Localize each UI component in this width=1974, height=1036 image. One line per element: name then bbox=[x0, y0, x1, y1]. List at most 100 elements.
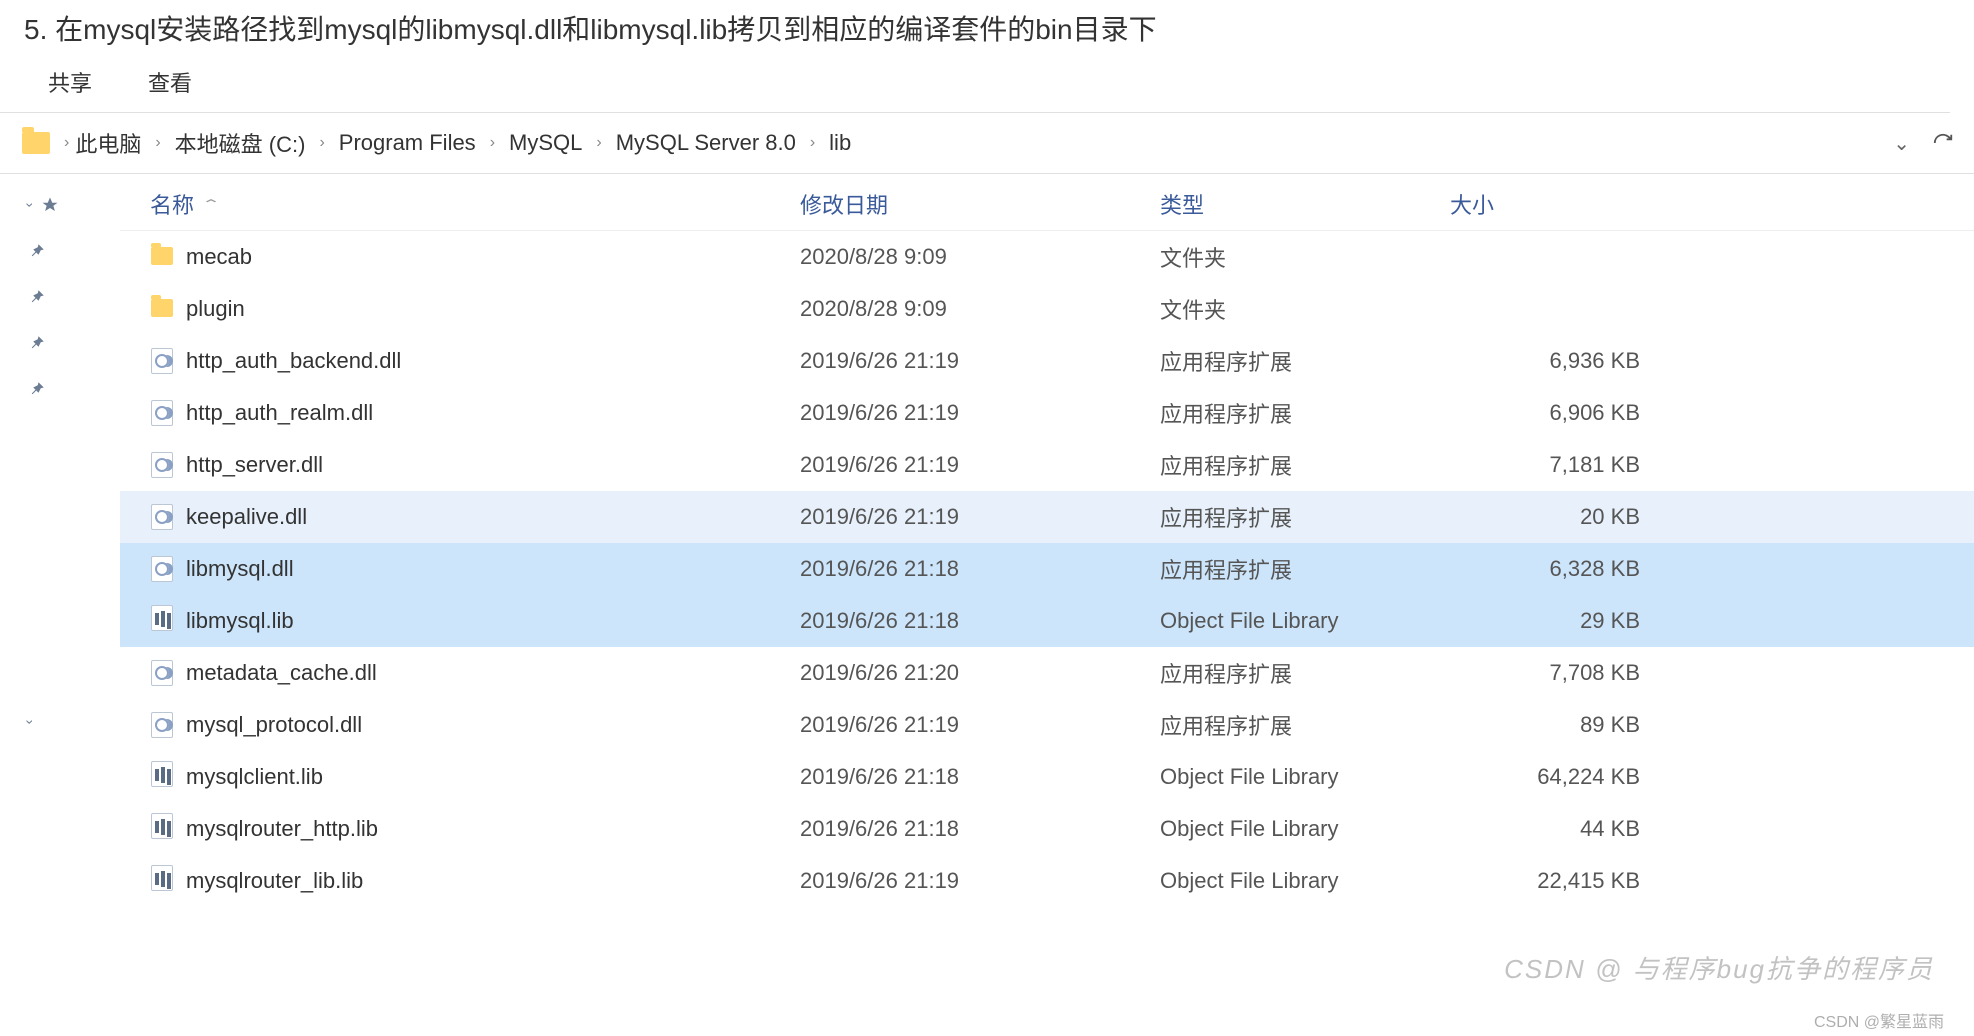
file-size: 64,224 KB bbox=[1450, 764, 1680, 790]
tab-view[interactable]: 查看 bbox=[148, 66, 192, 98]
breadcrumb-item[interactable]: MySQL Server 8.0 bbox=[616, 130, 796, 156]
lib-icon bbox=[150, 866, 174, 897]
col-header-date[interactable]: 修改日期 bbox=[800, 188, 1160, 220]
file-size: 89 KB bbox=[1450, 712, 1680, 738]
watermark2: CSDN @繁星蓝雨 bbox=[1814, 1008, 1944, 1032]
pin-icon[interactable] bbox=[28, 242, 120, 260]
file-size: 44 KB bbox=[1450, 816, 1680, 842]
breadcrumb-item[interactable]: 本地磁盘 (C:) bbox=[175, 127, 306, 159]
file-type: 应用程序扩展 bbox=[1160, 397, 1450, 429]
address-bar[interactable]: › 此电脑›本地磁盘 (C:)›Program Files›MySQL›MySQ… bbox=[0, 113, 1974, 174]
file-date: 2019/6/26 21:18 bbox=[800, 816, 1160, 842]
file-type: 应用程序扩展 bbox=[1160, 657, 1450, 689]
file-type: 应用程序扩展 bbox=[1160, 501, 1450, 533]
file-date: 2020/8/28 9:09 bbox=[800, 296, 1160, 322]
col-header-name[interactable]: 名称⌃ bbox=[120, 188, 800, 220]
file-row[interactable]: metadata_cache.dll 2019/6/26 21:20应用程序扩展7… bbox=[120, 647, 1974, 699]
file-row[interactable]: keepalive.dll 2019/6/26 21:19应用程序扩展20 KB bbox=[120, 491, 1974, 543]
file-size: 7,181 KB bbox=[1450, 452, 1680, 478]
file-name: mysqlrouter_lib.lib bbox=[186, 868, 363, 894]
lib-icon bbox=[150, 814, 174, 845]
column-headers: 名称⌃ 修改日期 类型 大小 bbox=[120, 174, 1974, 231]
col-header-size[interactable]: 大小 bbox=[1450, 188, 1680, 220]
file-row[interactable]: libmysql.dll2019/6/26 21:18应用程序扩展6,328 K… bbox=[120, 543, 1974, 595]
file-type: 应用程序扩展 bbox=[1160, 449, 1450, 481]
file-row[interactable]: http_auth_backend.dll2019/6/26 21:19应用程序… bbox=[120, 335, 1974, 387]
chevron-down-icon[interactable]: ⌄ bbox=[1893, 131, 1910, 156]
dll-icon bbox=[150, 348, 174, 374]
file-type: 文件夹 bbox=[1160, 241, 1450, 273]
file-date: 2019/6/26 21:20 bbox=[800, 660, 1160, 686]
chevron-right-icon[interactable]: › bbox=[484, 134, 501, 152]
watermark: CSDN @ 与程序bug抗争的程序员 bbox=[1504, 949, 1934, 986]
file-name: http_auth_realm.dll bbox=[186, 400, 373, 426]
breadcrumb-item[interactable]: 此电脑 bbox=[75, 127, 141, 159]
file-name: libmysql.lib bbox=[186, 608, 294, 634]
lib-icon bbox=[150, 606, 174, 637]
file-size: 6,936 KB bbox=[1450, 348, 1680, 374]
nav-expand[interactable]: › bbox=[28, 714, 120, 730]
file-name: mecab bbox=[186, 244, 252, 270]
file-date: 2019/6/26 21:18 bbox=[800, 556, 1160, 582]
file-date: 2019/6/26 21:19 bbox=[800, 868, 1160, 894]
file-name: http_server.dll bbox=[186, 452, 323, 478]
file-row[interactable]: plugin 2020/8/28 9:09文件夹 bbox=[120, 283, 1974, 335]
lib-icon bbox=[150, 762, 174, 793]
ribbon-tabs: 共享 查看 bbox=[0, 66, 1974, 112]
file-row[interactable]: http_auth_realm.dll 2019/6/26 21:19应用程序扩展… bbox=[120, 387, 1974, 439]
nav-sidebar: › › bbox=[0, 174, 120, 907]
file-date: 2019/6/26 21:19 bbox=[800, 348, 1160, 374]
breadcrumb-item[interactable]: lib bbox=[829, 130, 851, 156]
chevron-right-icon[interactable]: › bbox=[58, 134, 75, 152]
breadcrumb-item[interactable]: MySQL bbox=[509, 130, 582, 156]
chevron-right-icon[interactable]: › bbox=[804, 134, 821, 152]
file-date: 2020/8/28 9:09 bbox=[800, 244, 1160, 270]
file-row[interactable]: mysqlrouter_lib.lib 2019/6/26 21:19Object… bbox=[120, 855, 1974, 907]
tab-share[interactable]: 共享 bbox=[48, 66, 92, 98]
file-name: plugin bbox=[186, 296, 245, 322]
dll-icon bbox=[150, 504, 174, 530]
file-size: 22,415 KB bbox=[1450, 868, 1680, 894]
file-date: 2019/6/26 21:19 bbox=[800, 400, 1160, 426]
chevron-right-icon[interactable]: › bbox=[313, 134, 330, 152]
refresh-icon[interactable] bbox=[1928, 128, 1958, 158]
file-row[interactable]: http_server.dll2019/6/26 21:19应用程序扩展7,18… bbox=[120, 439, 1974, 491]
file-size: 6,328 KB bbox=[1450, 556, 1680, 582]
file-row[interactable]: libmysql.lib 2019/6/26 21:18Object File L… bbox=[120, 595, 1974, 647]
file-row[interactable]: mecab 2020/8/28 9:09文件夹 bbox=[120, 231, 1974, 283]
dll-icon bbox=[150, 660, 174, 686]
file-name: libmysql.dll bbox=[186, 556, 294, 582]
file-name: mysqlrouter_http.lib bbox=[186, 816, 378, 842]
file-size: 20 KB bbox=[1450, 504, 1680, 530]
file-type: Object File Library bbox=[1160, 816, 1450, 842]
file-date: 2019/6/26 21:18 bbox=[800, 608, 1160, 634]
sort-indicator-icon: ⌃ bbox=[206, 199, 220, 209]
file-row[interactable]: mysqlrouter_http.lib 2019/6/26 21:18Objec… bbox=[120, 803, 1974, 855]
pin-icon[interactable] bbox=[28, 288, 120, 306]
chevron-right-icon[interactable]: › bbox=[149, 134, 166, 152]
file-size: 7,708 KB bbox=[1450, 660, 1680, 686]
breadcrumb-item[interactable]: Program Files bbox=[339, 130, 476, 156]
file-type: Object File Library bbox=[1160, 868, 1450, 894]
dll-icon bbox=[150, 556, 174, 582]
file-type: 文件夹 bbox=[1160, 293, 1450, 325]
file-row[interactable]: mysqlclient.lib2019/6/26 21:18Object Fil… bbox=[120, 751, 1974, 803]
folder-icon bbox=[22, 132, 50, 154]
folder-icon bbox=[150, 244, 174, 271]
dll-icon bbox=[150, 400, 174, 426]
file-row[interactable]: mysql_protocol.dll2019/6/26 21:19应用程序扩展8… bbox=[120, 699, 1974, 751]
col-header-type[interactable]: 类型 bbox=[1160, 188, 1450, 220]
file-date: 2019/6/26 21:19 bbox=[800, 504, 1160, 530]
file-name: mysqlclient.lib bbox=[186, 764, 323, 790]
chevron-right-icon[interactable]: › bbox=[590, 134, 607, 152]
pin-icon[interactable] bbox=[28, 334, 120, 352]
dll-icon bbox=[150, 712, 174, 738]
file-name: http_auth_backend.dll bbox=[186, 348, 401, 374]
file-name: keepalive.dll bbox=[186, 504, 307, 530]
file-type: Object File Library bbox=[1160, 608, 1450, 634]
pin-icon[interactable] bbox=[28, 380, 120, 398]
file-type: 应用程序扩展 bbox=[1160, 709, 1450, 741]
quick-access-item[interactable]: › bbox=[28, 196, 120, 214]
file-name: metadata_cache.dll bbox=[186, 660, 377, 686]
file-date: 2019/6/26 21:19 bbox=[800, 712, 1160, 738]
